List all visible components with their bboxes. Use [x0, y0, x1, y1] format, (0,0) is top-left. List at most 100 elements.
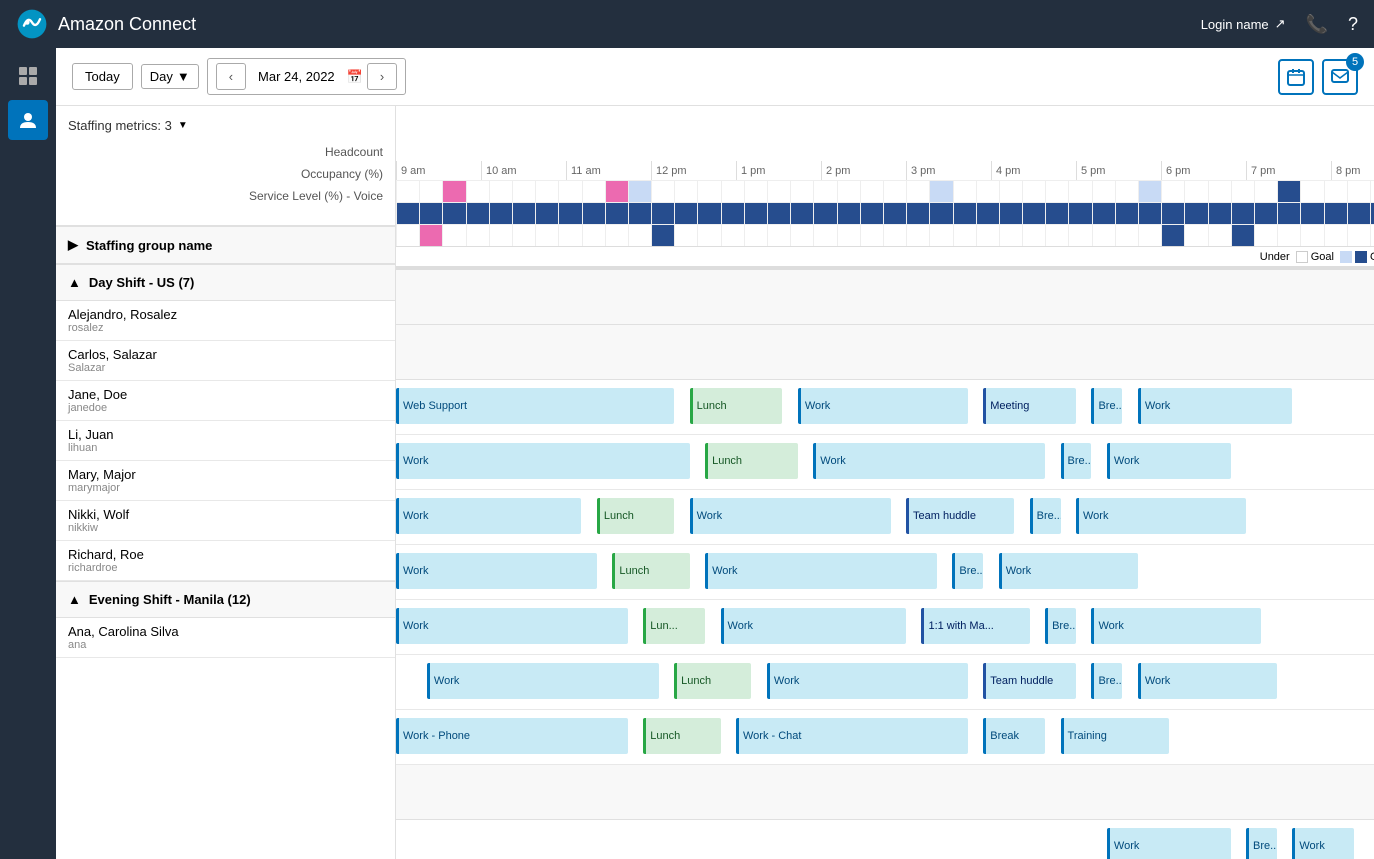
notifications-button[interactable]: 5 — [1322, 59, 1358, 95]
metric-cell — [837, 203, 860, 224]
schedule-block-websupport[interactable]: Web Support — [396, 388, 674, 424]
schedule-block-lunch[interactable]: Lunch — [597, 498, 674, 534]
metric-cell — [651, 203, 674, 224]
schedule-block-work[interactable]: Work — [813, 443, 1045, 479]
evening-shift-group-header[interactable]: ▲ Evening Shift - Manila (12) — [56, 581, 395, 618]
calendar-view-button[interactable] — [1278, 59, 1314, 95]
metric-cell — [1300, 181, 1323, 202]
metric-cell — [651, 181, 674, 202]
metric-cell — [999, 203, 1022, 224]
schedule-block-lunch[interactable]: Lunch — [643, 718, 720, 754]
schedule-block-lunch[interactable]: Lunch — [705, 443, 798, 479]
schedule-block-break[interactable]: Bre... — [1091, 663, 1122, 699]
agent-row-nikki[interactable]: Nikki, Wolf nikkiw — [56, 501, 395, 541]
metric-cell — [1045, 181, 1068, 202]
phone-icon[interactable]: 📞 — [1306, 14, 1328, 35]
schedule-block-work[interactable]: Work — [705, 553, 937, 589]
metric-cell — [1184, 181, 1207, 202]
schedule-block-work[interactable]: Work — [690, 498, 891, 534]
schedule-block-work[interactable]: Work — [721, 608, 906, 644]
agent-row-carlos[interactable]: Carlos, Salazar Salazar — [56, 341, 395, 381]
metric-cell — [466, 203, 489, 224]
schedule-block-work[interactable]: Work — [1107, 828, 1231, 859]
metric-cell — [1208, 203, 1231, 224]
agent-name: Carlos, Salazar — [68, 347, 383, 362]
prev-date-button[interactable]: ‹ — [216, 63, 246, 90]
toolbar: Today Day ▼ ‹ Mar 24, 2022 📅 › — [56, 48, 1374, 106]
timeline-panel[interactable]: 9 am10 am11 am12 pm1 pm2 pm3 pm4 pm5 pm6… — [396, 106, 1374, 859]
staffing-group-name: Staffing group name — [86, 238, 212, 253]
schedule-block-break[interactable]: Bre... — [1061, 443, 1092, 479]
staffing-group-collapsed[interactable]: ▶ Staffing group name — [56, 226, 395, 264]
sidebar-item-grid[interactable] — [8, 56, 48, 96]
timeline-row-jane: Work Lunch Work Team huddle Bre... Work — [396, 490, 1374, 545]
schedule-block-work[interactable]: Work — [396, 498, 581, 534]
schedule-block-break[interactable]: Bre... — [1091, 388, 1122, 424]
schedule-block-work[interactable]: Work — [396, 443, 690, 479]
agent-row-ana[interactable]: Ana, Carolina Silva ana — [56, 618, 395, 658]
schedule-block-work[interactable]: Work — [1091, 608, 1261, 644]
metric-cell — [1347, 181, 1370, 202]
metric-cell — [535, 203, 558, 224]
schedule-block-training[interactable]: Training — [1061, 718, 1169, 754]
schedule-block-work[interactable]: Work — [1076, 498, 1246, 534]
agent-row-mary[interactable]: Mary, Major marymajor — [56, 461, 395, 501]
metric-cell — [883, 225, 906, 246]
schedule-block-break[interactable]: Break — [983, 718, 1045, 754]
current-date: Mar 24, 2022 — [250, 69, 343, 84]
schedule-block-work[interactable]: Work — [999, 553, 1138, 589]
metric-cell — [953, 181, 976, 202]
schedule-block-meeting[interactable]: Meeting — [983, 388, 1076, 424]
agent-row-li[interactable]: Li, Juan lihuan — [56, 421, 395, 461]
legend-under: Under — [1260, 251, 1290, 263]
day-shift-group-header[interactable]: ▲ Day Shift - US (7) — [56, 264, 395, 301]
metric-cell — [1254, 203, 1277, 224]
timeline-row-inner: Work Lunch Work Team huddle Bre... Work — [396, 498, 1374, 534]
schedule-block-work[interactable]: Work — [1292, 828, 1354, 859]
today-button[interactable]: Today — [72, 63, 133, 90]
help-icon[interactable]: ? — [1348, 14, 1358, 35]
schedule-block-work[interactable]: Work — [1138, 388, 1293, 424]
schedule-block-work[interactable]: Work — [798, 388, 968, 424]
schedule-block-lunch[interactable]: Lunch — [690, 388, 783, 424]
login-label: Login name — [1201, 17, 1269, 32]
timeline-inner: 9 am10 am11 am12 pm1 pm2 pm3 pm4 pm5 pm6… — [396, 106, 1374, 859]
schedule-block-lunch[interactable]: Lunch — [612, 553, 689, 589]
schedule-block-lunch[interactable]: Lun... — [643, 608, 705, 644]
staffing-metrics-button[interactable]: Staffing metrics: 3 ▼ — [56, 114, 395, 141]
schedule-block-work[interactable]: Work — [1138, 663, 1277, 699]
calendar-icon[interactable]: 📅 — [347, 69, 363, 85]
agent-row-jane[interactable]: Jane, Doe janedoe — [56, 381, 395, 421]
schedule-block-work[interactable]: Work — [396, 608, 628, 644]
schedule-block-break[interactable]: Bre... — [952, 553, 983, 589]
login-button[interactable]: Login name ↗ — [1201, 16, 1286, 32]
metric-cell — [1184, 203, 1207, 224]
group1-gap — [396, 270, 1374, 325]
schedule-block-work[interactable]: Work - Chat — [736, 718, 968, 754]
metric-cell — [813, 203, 836, 224]
metric-cell — [535, 225, 558, 246]
metric-cell — [906, 225, 929, 246]
agent-row-richard[interactable]: Richard, Roe richardroe — [56, 541, 395, 581]
metric-cell — [582, 181, 605, 202]
schedule-block-break[interactable]: Bre... — [1246, 828, 1277, 859]
schedule-block-meeting[interactable]: 1:1 with Ma... — [921, 608, 1029, 644]
agent-row-alejandro[interactable]: Alejandro, Rosalez rosalez — [56, 301, 395, 341]
schedule-block-teamhuddle[interactable]: Team huddle — [983, 663, 1076, 699]
schedule-block-work[interactable]: Work — [767, 663, 968, 699]
schedule-block-work[interactable]: Work — [396, 553, 597, 589]
schedule-block-break[interactable]: Bre... — [1045, 608, 1076, 644]
schedule-block-work[interactable]: Work — [1107, 443, 1231, 479]
metric-cell — [1115, 181, 1138, 202]
sidebar-item-users[interactable] — [8, 100, 48, 140]
schedule-block-work[interactable]: Work — [427, 663, 659, 699]
agent-username: nikkiw — [68, 522, 383, 534]
chevron-down-icon-2: ▲ — [68, 592, 81, 607]
metric-cell — [605, 203, 628, 224]
schedule-block-break[interactable]: Bre... — [1030, 498, 1061, 534]
next-date-button[interactable]: › — [367, 63, 397, 90]
schedule-block-teamhuddle[interactable]: Team huddle — [906, 498, 1014, 534]
schedule-block-lunch[interactable]: Lunch — [674, 663, 751, 699]
schedule-block-work[interactable]: Work - Phone — [396, 718, 628, 754]
day-selector[interactable]: Day ▼ — [141, 64, 199, 89]
